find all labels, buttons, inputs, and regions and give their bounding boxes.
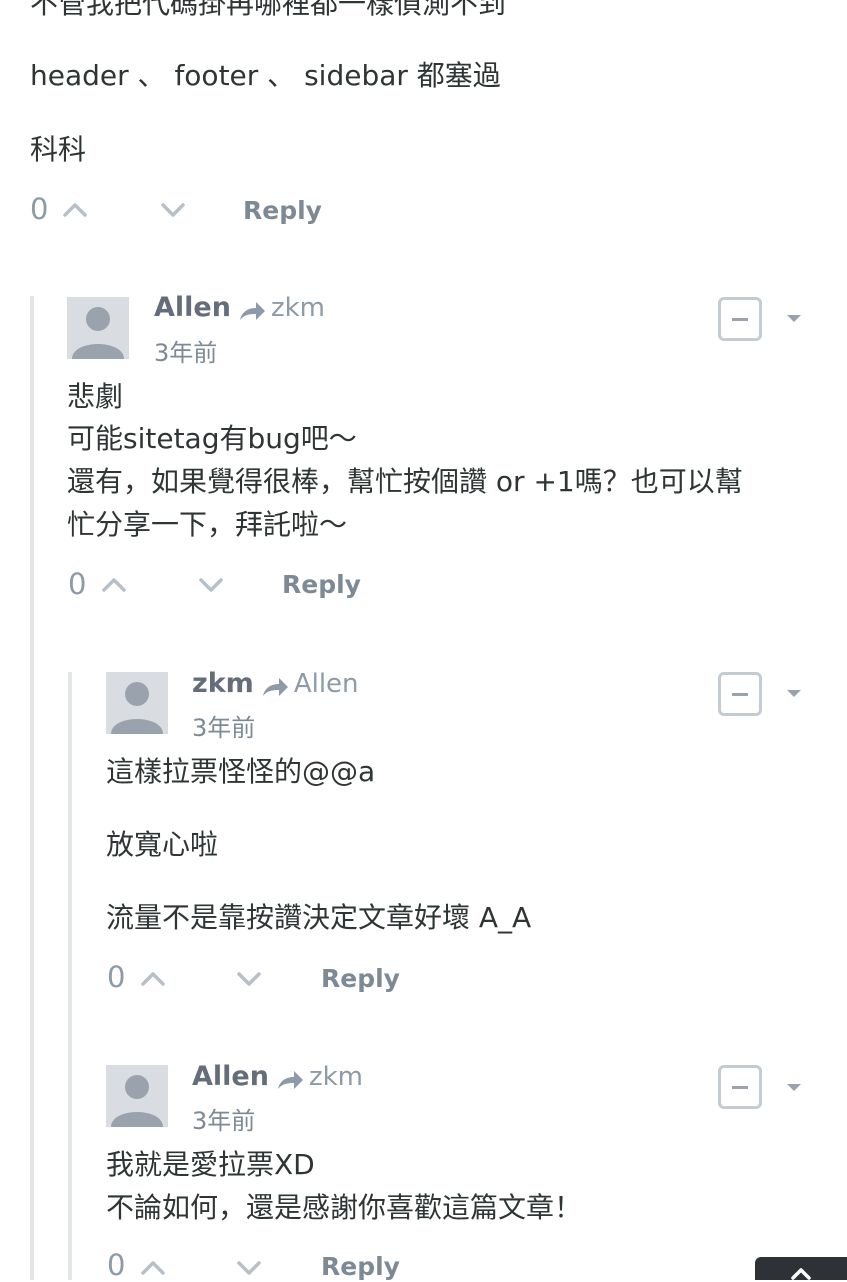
comment-text-line: 放寬心啦: [106, 828, 219, 861]
avatar[interactable]: [67, 297, 129, 359]
comment-header: Allen zkm: [192, 1061, 363, 1093]
timestamp[interactable]: 3年前: [154, 333, 217, 368]
reply-button[interactable]: Reply: [243, 196, 322, 225]
comment-text-line: header 、 footer 、 sidebar 都塞過: [30, 59, 501, 92]
reply-to-name[interactable]: zkm: [271, 293, 325, 323]
chevron-down-icon[interactable]: [236, 1260, 262, 1278]
comment-text-line: 忙分享一下，拜託啦～: [67, 508, 348, 541]
comment-text-line: 不管我把代碼掛再哪裡都一樣偵測不到: [30, 0, 507, 20]
author-name[interactable]: Allen: [154, 292, 231, 323]
reply-button[interactable]: Reply: [321, 1252, 400, 1281]
comment-text-line: 還有，如果覺得很棒，幫忙按個讚 or +1嗎？也可以幫: [67, 465, 743, 498]
comment-text-line: 可能sitetag有bug吧～: [67, 422, 357, 455]
timestamp[interactable]: 3年前: [192, 708, 255, 743]
chevron-down-icon[interactable]: [160, 202, 186, 220]
thread-line-level-2: [68, 672, 72, 1280]
reply-button[interactable]: Reply: [282, 570, 361, 599]
collapse-button[interactable]: [718, 1065, 762, 1109]
share-arrow-icon: [262, 677, 288, 696]
chevron-down-icon[interactable]: [236, 971, 262, 989]
reply-to-name[interactable]: zkm: [309, 1062, 363, 1092]
avatar[interactable]: [106, 672, 168, 734]
share-arrow-icon: [239, 301, 265, 320]
comment-header: Allen zkm: [154, 292, 325, 324]
author-name[interactable]: zkm: [192, 668, 254, 699]
chevron-up-icon: [791, 1268, 811, 1280]
caret-down-icon[interactable]: [787, 315, 801, 322]
comment-text-line: 我就是愛拉票XD: [106, 1148, 315, 1181]
chevron-up-icon[interactable]: [101, 575, 127, 593]
chevron-up-icon[interactable]: [62, 200, 88, 218]
thread-line-level-1: [30, 296, 34, 1280]
author-name[interactable]: Allen: [192, 1061, 269, 1092]
comment-header: zkm Allen: [192, 668, 359, 700]
comment-text-line: 悲劇: [67, 380, 124, 413]
reply-to-name[interactable]: Allen: [294, 669, 359, 699]
chevron-up-icon[interactable]: [140, 1258, 166, 1276]
caret-down-icon[interactable]: [787, 1084, 801, 1091]
comment-text-line: 這樣拉票怪怪的@@a: [106, 755, 376, 788]
collapse-button[interactable]: [718, 672, 762, 716]
comment-text-line: 流量不是靠按讚決定文章好壞 A_A: [106, 901, 532, 934]
reply-button[interactable]: Reply: [321, 964, 400, 993]
vote-count: 0: [30, 192, 49, 226]
scroll-top-button[interactable]: [755, 1257, 847, 1280]
chevron-up-icon[interactable]: [140, 969, 166, 987]
avatar[interactable]: [106, 1065, 168, 1127]
vote-count: 0: [107, 960, 126, 994]
share-arrow-icon: [277, 1070, 303, 1089]
caret-down-icon[interactable]: [787, 690, 801, 697]
chevron-down-icon[interactable]: [198, 577, 224, 595]
timestamp[interactable]: 3年前: [192, 1101, 255, 1136]
vote-count: 0: [68, 567, 87, 601]
comment-text-line: 科科: [30, 133, 87, 166]
collapse-button[interactable]: [718, 297, 762, 341]
vote-count: 0: [107, 1248, 126, 1282]
comment-text-line: 不論如何，還是感謝你喜歡這篇文章！: [106, 1191, 583, 1224]
